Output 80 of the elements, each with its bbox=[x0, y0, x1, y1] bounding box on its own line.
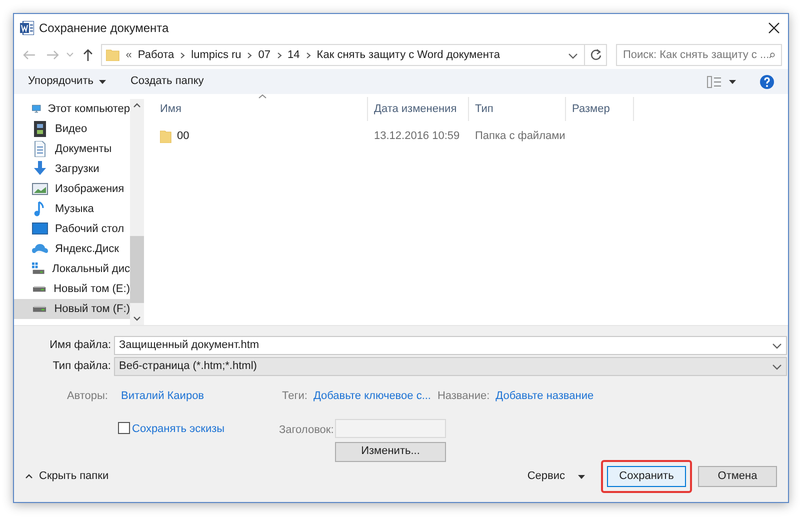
scroll-down-icon[interactable] bbox=[133, 316, 141, 321]
dropdown-chevron-icon bbox=[772, 342, 782, 349]
sidebar-item[interactable]: Яндекс.Диск bbox=[14, 239, 130, 259]
folder-icon bbox=[160, 130, 172, 142]
breadcrumb-item[interactable]: lumpics ru bbox=[191, 46, 242, 64]
search-field[interactable]: Поиск: Как снять защиту с ... bbox=[616, 44, 782, 66]
sidebar-item[interactable]: Новый том (E:) bbox=[14, 279, 130, 299]
up-arrow-icon[interactable] bbox=[82, 48, 94, 62]
tools-button[interactable]: Сервис bbox=[527, 468, 585, 485]
title-link[interactable]: Добавьте название bbox=[496, 388, 594, 404]
field-label: Авторы: bbox=[66, 389, 109, 404]
dropdown-triangle-icon bbox=[99, 80, 106, 84]
field-label: Название: bbox=[437, 389, 490, 404]
dropdown-triangle-icon[interactable] bbox=[729, 80, 736, 84]
field-label: Имя файла: bbox=[48, 338, 112, 354]
sidebar-item[interactable]: Видео bbox=[14, 119, 130, 139]
document-icon bbox=[32, 141, 48, 157]
column-header[interactable]: Размер bbox=[566, 97, 634, 121]
sidebar-item[interactable]: Локальный дис bbox=[14, 259, 130, 279]
chevron-right-icon[interactable] bbox=[180, 52, 186, 58]
drive-icon bbox=[33, 286, 46, 292]
desktop-icon bbox=[32, 221, 48, 237]
address-bar[interactable]: « Работа lumpics ru 07 14 Как снять защиту с Word документа bbox=[100, 44, 607, 66]
type-cell-text: Папка с файлами bbox=[474, 128, 566, 144]
breadcrumb-item[interactable]: Работа bbox=[138, 46, 174, 64]
dropdown-chevron-icon[interactable] bbox=[568, 52, 578, 58]
download-arrow-icon bbox=[32, 161, 48, 177]
field-label: Тип файла: bbox=[52, 359, 112, 374]
field-label: Заголовок: bbox=[279, 422, 335, 438]
date-cell-text: 13.12.2016 10:59 bbox=[373, 128, 461, 144]
scrollbar[interactable] bbox=[130, 99, 144, 325]
sidebar-item[interactable]: Новый том (F:) bbox=[14, 299, 130, 319]
window-title: Сохранение документа bbox=[39, 20, 169, 37]
cancel-button[interactable]: Отмена bbox=[698, 466, 777, 487]
new-folder-button[interactable]: Создать папку bbox=[130, 73, 204, 90]
help-icon[interactable] bbox=[760, 74, 774, 88]
column-header[interactable]: Имя bbox=[154, 97, 368, 121]
heading-field[interactable] bbox=[335, 418, 446, 438]
sidebar-item[interactable]: Этот компьютер bbox=[14, 99, 130, 119]
dropdown-chevron-icon bbox=[772, 363, 782, 370]
field-label: Теги: bbox=[282, 389, 308, 404]
authors-link[interactable]: Виталий Каиров bbox=[121, 388, 282, 404]
drive-icon bbox=[33, 306, 46, 312]
file-name-field[interactable]: Защищенный документ.htm bbox=[114, 336, 787, 355]
sidebar-item[interactable]: Изображения bbox=[14, 179, 130, 199]
checkbox-label[interactable]: Сохранять эскизы bbox=[132, 420, 279, 437]
hide-folders-button[interactable]: Скрыть папки bbox=[25, 468, 109, 485]
breadcrumb-item[interactable]: 07 bbox=[258, 46, 271, 64]
change-button[interactable]: Изменить... bbox=[335, 442, 446, 462]
save-button[interactable]: Сохранить bbox=[607, 466, 686, 487]
organize-button[interactable]: Упорядочить bbox=[28, 73, 106, 90]
sort-caret-icon bbox=[258, 94, 267, 99]
tags-link[interactable]: Добавьте ключевое с... bbox=[313, 388, 438, 404]
file-name-cell[interactable]: 00 bbox=[177, 128, 190, 144]
picture-icon bbox=[32, 181, 48, 197]
folder-icon bbox=[106, 49, 120, 61]
sidebar-item[interactable]: Музыка bbox=[14, 199, 130, 219]
close-icon[interactable] bbox=[768, 22, 780, 34]
sidebar-item[interactable]: Документы bbox=[14, 139, 130, 159]
refresh-icon bbox=[590, 49, 602, 61]
column-header[interactable]: Дата изменения bbox=[368, 97, 469, 121]
word-document-icon bbox=[20, 21, 34, 35]
chevron-right-icon[interactable] bbox=[247, 52, 252, 58]
breadcrumb-item[interactable]: Как снять защиту с Word документа bbox=[316, 46, 500, 64]
address-prefix: « bbox=[126, 48, 132, 63]
film-strip-icon bbox=[32, 121, 48, 137]
drive-icon bbox=[32, 261, 46, 277]
breadcrumb-item[interactable]: 14 bbox=[288, 46, 300, 64]
chevron-right-icon[interactable] bbox=[306, 52, 311, 58]
view-options-icon[interactable] bbox=[707, 76, 721, 88]
checkbox[interactable] bbox=[118, 422, 130, 434]
column-header[interactable]: Тип bbox=[469, 97, 566, 121]
chevron-right-icon[interactable] bbox=[276, 52, 282, 58]
sidebar-item[interactable]: Рабочий стол bbox=[14, 219, 130, 239]
scroll-up-icon[interactable] bbox=[133, 103, 141, 108]
dropdown-triangle-icon bbox=[578, 474, 585, 478]
chevron-up-icon bbox=[25, 474, 33, 479]
sidebar-item[interactable]: Загрузки bbox=[14, 159, 130, 179]
file-type-dropdown[interactable]: Веб-страница (*.htm;*.html) bbox=[114, 357, 787, 376]
scrollbar-thumb[interactable] bbox=[130, 236, 144, 303]
